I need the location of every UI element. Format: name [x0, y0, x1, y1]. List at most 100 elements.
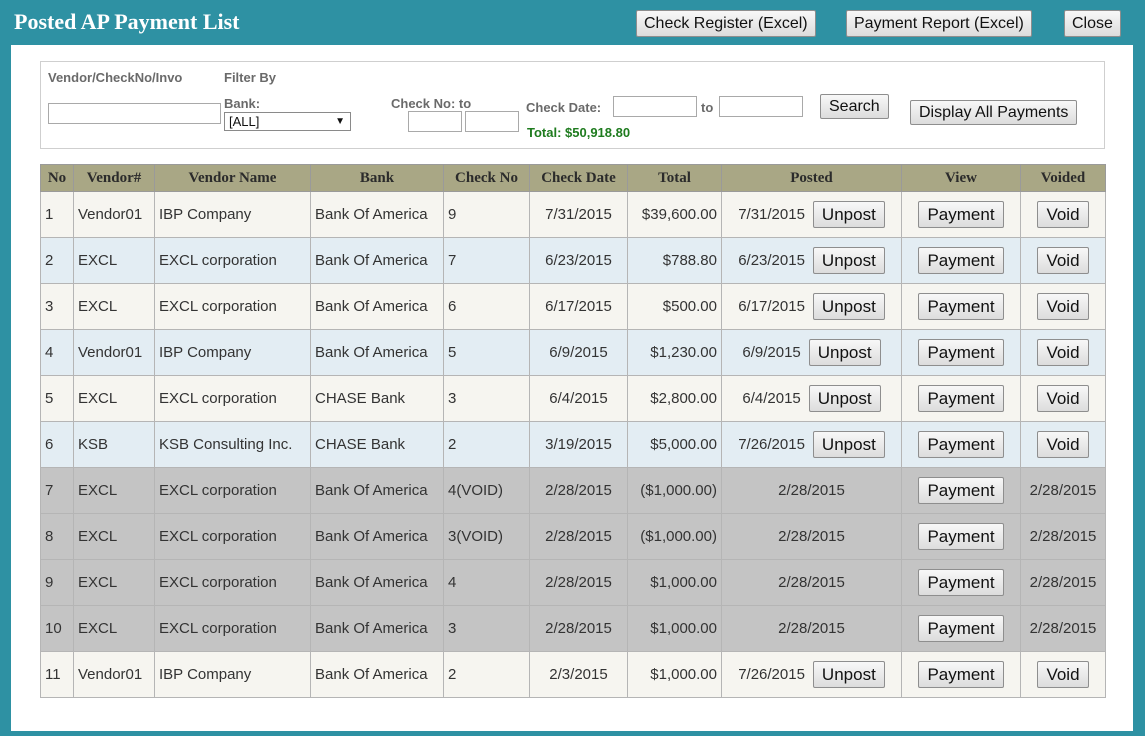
void-button[interactable]: Void: [1037, 385, 1089, 412]
table-row: 10 EXCL EXCL corporation Bank Of America 3 2/…: [40, 605, 1106, 652]
cell-view: Payment: [901, 329, 1021, 376]
cell-total: $1,230.00: [627, 329, 722, 376]
cell-view: Payment: [901, 237, 1021, 284]
cell-voided: Void: [1020, 237, 1106, 284]
check-register-excel-button[interactable]: Check Register (Excel): [636, 10, 816, 37]
check-no-to-input[interactable]: [465, 111, 519, 132]
col-header-vendor[interactable]: Vendor#: [73, 164, 155, 192]
payment-button[interactable]: Payment: [918, 569, 1004, 596]
cell-voided: Void: [1020, 421, 1106, 468]
cell-view: Payment: [901, 191, 1021, 238]
vendor-search-input[interactable]: [48, 103, 221, 124]
cell-no: 9: [40, 559, 74, 606]
void-button[interactable]: Void: [1037, 431, 1089, 458]
col-header-bank[interactable]: Bank: [310, 164, 444, 192]
cell-bank: Bank Of America: [310, 283, 444, 330]
filter-box: Vendor/CheckNo/Invo Filter By Bank: [ALL…: [40, 61, 1105, 149]
col-header-check-date[interactable]: Check Date: [529, 164, 628, 192]
cell-no: 11: [40, 651, 74, 698]
cell-view: Payment: [901, 421, 1021, 468]
col-header-view[interactable]: View: [901, 164, 1021, 192]
cell-total: $1,000.00: [627, 605, 722, 652]
payment-button[interactable]: Payment: [918, 615, 1004, 642]
col-header-total[interactable]: Total: [627, 164, 722, 192]
col-header-vendor-name[interactable]: Vendor Name: [154, 164, 311, 192]
payment-button[interactable]: Payment: [918, 385, 1004, 412]
cell-posted: 6/17/2015 Unpost: [721, 283, 902, 330]
cell-posted: 2/28/2015: [721, 513, 902, 560]
close-button[interactable]: Close: [1064, 10, 1121, 37]
cell-bank: Bank Of America: [310, 605, 444, 652]
cell-check-date: 3/19/2015: [529, 421, 628, 468]
cell-check-no: 3(VOID): [443, 513, 530, 560]
col-header-posted[interactable]: Posted: [721, 164, 902, 192]
cell-total: $1,000.00: [627, 651, 722, 698]
cell-view: Payment: [901, 467, 1021, 514]
payment-button[interactable]: Payment: [918, 523, 1004, 550]
cell-no: 8: [40, 513, 74, 560]
cell-bank: CHASE Bank: [310, 375, 444, 422]
cell-vendor: Vendor01: [73, 329, 155, 376]
col-header-check-no[interactable]: Check No: [443, 164, 530, 192]
display-all-payments-button[interactable]: Display All Payments: [910, 100, 1078, 125]
payment-button[interactable]: Payment: [918, 201, 1004, 228]
cell-view: Payment: [901, 651, 1021, 698]
void-button[interactable]: Void: [1037, 293, 1089, 320]
unpost-button[interactable]: Unpost: [812, 661, 885, 688]
cell-total: $5,000.00: [627, 421, 722, 468]
cell-no: 3: [40, 283, 74, 330]
cell-vendor-name: IBP Company: [154, 651, 311, 698]
check-date-from-input[interactable]: [613, 96, 697, 117]
unpost-button[interactable]: Unpost: [812, 201, 885, 228]
cell-vendor: EXCL: [73, 513, 155, 560]
bank-select[interactable]: [ALL] ▼: [224, 112, 351, 131]
cell-view: Payment: [901, 513, 1021, 560]
cell-check-date: 6/23/2015: [529, 237, 628, 284]
cell-vendor: EXCL: [73, 283, 155, 330]
payment-button[interactable]: Payment: [918, 431, 1004, 458]
check-no-from-input[interactable]: [408, 111, 462, 132]
col-header-voided[interactable]: Voided: [1020, 164, 1106, 192]
cell-check-date: 2/28/2015: [529, 467, 628, 514]
posted-date: 6/9/2015: [742, 344, 801, 361]
unpost-button[interactable]: Unpost: [812, 247, 885, 274]
cell-vendor-name: EXCL corporation: [154, 559, 311, 606]
payment-button[interactable]: Payment: [918, 661, 1004, 688]
check-date-to-input[interactable]: [719, 96, 803, 117]
posted-date: 7/31/2015: [738, 206, 805, 223]
main-panel: Vendor/CheckNo/Invo Filter By Bank: [ALL…: [11, 45, 1133, 731]
cell-voided: 2/28/2015: [1020, 559, 1106, 606]
cell-check-no: 4(VOID): [443, 467, 530, 514]
table-row: 3 EXCL EXCL corporation Bank Of America 6 6/1…: [40, 283, 1106, 330]
cell-vendor-name: KSB Consulting Inc.: [154, 421, 311, 468]
unpost-button[interactable]: Unpost: [812, 293, 885, 320]
payment-report-excel-button[interactable]: Payment Report (Excel): [846, 10, 1032, 37]
cell-voided: Void: [1020, 283, 1106, 330]
cell-check-date: 2/3/2015: [529, 651, 628, 698]
cell-total: ($1,000.00): [627, 467, 722, 514]
unpost-button[interactable]: Unpost: [812, 431, 885, 458]
cell-check-date: 7/31/2015: [529, 191, 628, 238]
unpost-button[interactable]: Unpost: [808, 385, 881, 412]
search-button[interactable]: Search: [820, 94, 889, 119]
cell-posted: 2/28/2015: [721, 467, 902, 514]
void-button[interactable]: Void: [1037, 661, 1089, 688]
cell-view: Payment: [901, 283, 1021, 330]
cell-posted: 6/9/2015 Unpost: [721, 329, 902, 376]
payment-button[interactable]: Payment: [918, 247, 1004, 274]
cell-check-no: 5: [443, 329, 530, 376]
payment-button[interactable]: Payment: [918, 293, 1004, 320]
payment-button[interactable]: Payment: [918, 339, 1004, 366]
payment-button[interactable]: Payment: [918, 477, 1004, 504]
cell-vendor-name: EXCL corporation: [154, 467, 311, 514]
void-button[interactable]: Void: [1037, 201, 1089, 228]
void-button[interactable]: Void: [1037, 339, 1089, 366]
cell-no: 5: [40, 375, 74, 422]
cell-voided: Void: [1020, 191, 1106, 238]
unpost-button[interactable]: Unpost: [808, 339, 881, 366]
void-button[interactable]: Void: [1037, 247, 1089, 274]
cell-view: Payment: [901, 605, 1021, 652]
cell-posted: 6/23/2015 Unpost: [721, 237, 902, 284]
col-header-no[interactable]: No: [40, 164, 74, 192]
cell-voided: Void: [1020, 375, 1106, 422]
